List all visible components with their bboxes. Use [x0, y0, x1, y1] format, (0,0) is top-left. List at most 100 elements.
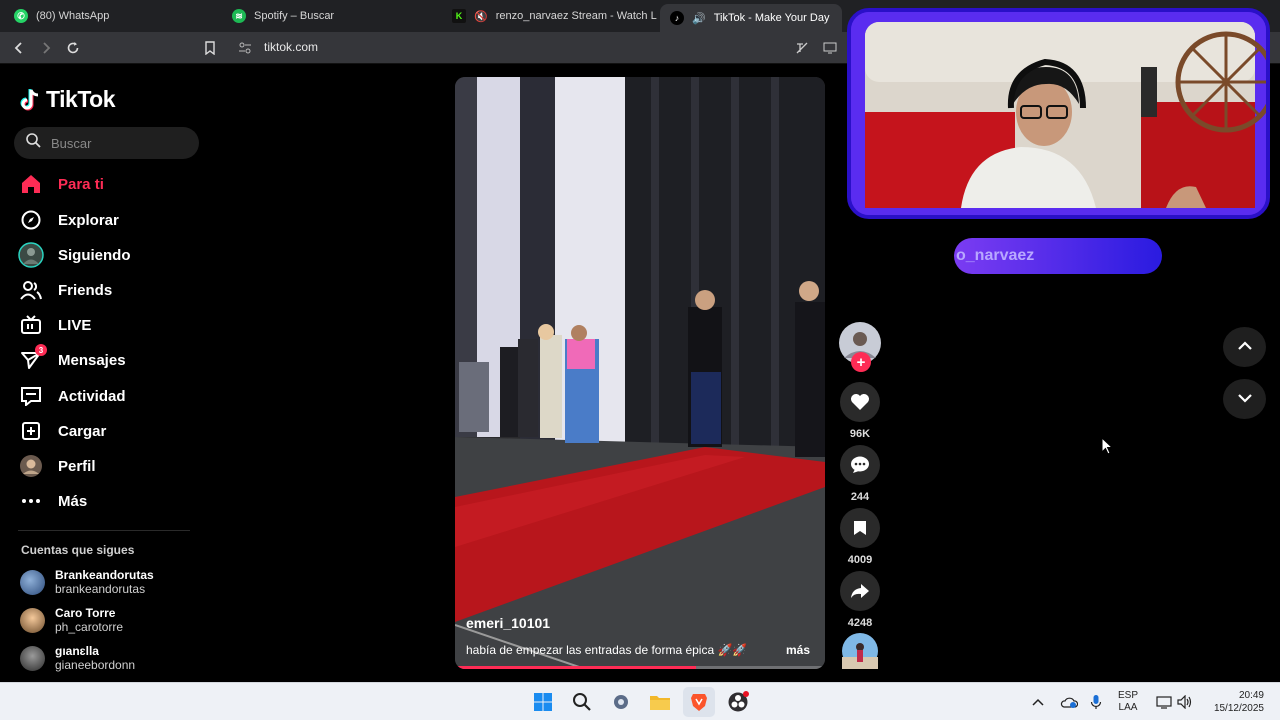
nav-mas[interactable]: Más [18, 486, 87, 516]
like-button[interactable]: 96K [840, 382, 880, 440]
show-hidden-icons-chevron-icon[interactable] [1032, 683, 1044, 720]
nav-explorar[interactable]: Explorar [18, 205, 119, 235]
comment-icon [840, 445, 880, 485]
back-icon[interactable] [9, 38, 29, 58]
tab-label: Spotify – Buscar [254, 10, 335, 22]
input-language-indicator[interactable]: ESP LAA [1118, 683, 1138, 720]
bookmark-icon [840, 508, 880, 548]
follow-plus-icon[interactable]: + [851, 352, 871, 372]
chevron-down-icon [1237, 390, 1253, 408]
tab-kick[interactable]: K 🔇 renzo_narvaez Stream - Watch Li [442, 4, 657, 28]
taskbar-search-icon[interactable] [570, 690, 594, 714]
live-tv-icon [18, 312, 44, 338]
following-account[interactable]: Caro Torre ph_carotorre [20, 606, 123, 634]
reload-icon[interactable] [63, 38, 83, 58]
kick-icon: K [452, 9, 466, 23]
nav-siguiendo[interactable]: Siguiendo [18, 240, 131, 270]
windows-start-icon[interactable] [531, 690, 555, 714]
next-video-button[interactable] [1223, 379, 1266, 419]
nav-para-ti[interactable]: Para ti [18, 169, 104, 199]
tiktok-tab-icon: ♪ [670, 11, 684, 25]
sound-disc[interactable] [840, 633, 880, 669]
language-code: ESP [1118, 690, 1139, 701]
video-username[interactable]: emeri_10101 [466, 615, 550, 631]
comment-count: 244 [850, 491, 870, 503]
nav-actividad[interactable]: Actividad [18, 381, 126, 411]
nav-friends[interactable]: Friends [18, 275, 112, 305]
compass-icon [18, 207, 44, 233]
nav-label: Para ti [58, 175, 104, 193]
account-avatar [20, 645, 45, 671]
webcam-overlay [847, 8, 1270, 219]
site-settings-icon[interactable] [238, 41, 252, 55]
search-box[interactable] [14, 127, 199, 159]
nav-live[interactable]: LIVE [18, 310, 91, 340]
nav-label: Siguiendo [58, 246, 131, 264]
tiktok-logo[interactable]: TikTok [20, 86, 116, 113]
creator-avatar[interactable]: + [839, 322, 881, 372]
account-handle: brankeandorutas [55, 582, 146, 596]
network-icon[interactable] [1156, 683, 1172, 720]
following-account[interactable]: Brankeandorutas brankeandorutas [20, 568, 154, 596]
previous-video-button[interactable] [1223, 327, 1266, 367]
messages-badge: 3 [35, 344, 47, 356]
nav-label: Más [58, 492, 88, 510]
nav-cargar[interactable]: Cargar [18, 416, 106, 446]
tab-label: (80) WhatsApp [36, 10, 110, 22]
account-handle: gianeebordonn [55, 658, 136, 672]
tab-tiktok[interactable]: ♪ 🔊 TikTok - Make Your Day [660, 4, 842, 32]
share-arrow-icon [840, 571, 880, 611]
onedrive-icon[interactable] [1060, 683, 1078, 720]
nav-mensajes[interactable]: 3 Mensajes [18, 344, 126, 375]
tiktok-note-icon [20, 88, 42, 112]
following-account[interactable]: gıanɛlla gianeebordonn [20, 644, 135, 672]
search-input[interactable] [51, 135, 181, 151]
nav-label: Friends [58, 281, 113, 299]
video-player[interactable]: emeri_10101 había de empezar las entrada… [455, 77, 825, 669]
following-title: Cuentas que sigues [21, 543, 135, 557]
video-progress-bar[interactable] [455, 666, 825, 669]
comment-button[interactable]: 244 [840, 445, 880, 503]
webcam-feed [851, 12, 1266, 215]
settings-gear-icon[interactable] [609, 690, 633, 714]
logo-text: TikTok [46, 86, 116, 112]
nav-perfil[interactable]: Perfil [18, 451, 96, 481]
microphone-icon[interactable] [1090, 683, 1102, 720]
account-avatar [20, 569, 45, 595]
streamer-name-badge: o_narvaez [954, 238, 1162, 274]
nav-label: Explorar [58, 211, 119, 229]
forward-icon[interactable] [36, 38, 56, 58]
tab-spotify[interactable]: ≋ Spotify – Buscar [222, 4, 437, 28]
sidebar: TikTok Para ti Explorar Siguiendo Friend… [0, 64, 210, 682]
send-icon: 3 [18, 344, 47, 373]
whatsapp-icon: ✆ [14, 9, 28, 23]
upload-icon [18, 418, 44, 444]
obs-studio-icon[interactable] [726, 690, 750, 714]
clock-time: 20:49 [1238, 690, 1264, 701]
save-button[interactable]: 4009 [840, 508, 880, 566]
video-frame [455, 77, 825, 669]
activity-icon [18, 383, 44, 409]
account-avatar [20, 607, 45, 633]
url-field[interactable]: tiktok.com [264, 40, 318, 54]
mouse-cursor-icon [1101, 436, 1114, 460]
account-handle: ph_carotorre [55, 620, 124, 634]
share-button[interactable]: 4248 [840, 571, 880, 629]
sidebar-divider [18, 530, 190, 531]
translate-off-icon[interactable] [792, 38, 812, 58]
bookmark-icon[interactable] [200, 38, 220, 58]
cast-icon[interactable] [820, 38, 840, 58]
system-clock[interactable]: 20:49 15/12/2025 [1214, 689, 1264, 715]
tab-whatsapp[interactable]: ✆ (80) WhatsApp [4, 4, 224, 28]
tab-label: renzo_narvaez Stream - Watch Li [495, 10, 657, 22]
file-explorer-icon[interactable] [648, 690, 672, 714]
speaker-icon: 🔊 [692, 12, 706, 25]
volume-icon[interactable] [1177, 683, 1193, 720]
heart-icon [840, 382, 880, 422]
caption-more-button[interactable]: más [786, 643, 810, 657]
video-progress-fill [455, 666, 696, 669]
nav-label: Cargar [58, 422, 107, 440]
chevron-up-icon [1237, 338, 1253, 356]
account-name: Brankeandorutas [55, 568, 154, 582]
brave-browser-icon[interactable] [683, 687, 715, 717]
